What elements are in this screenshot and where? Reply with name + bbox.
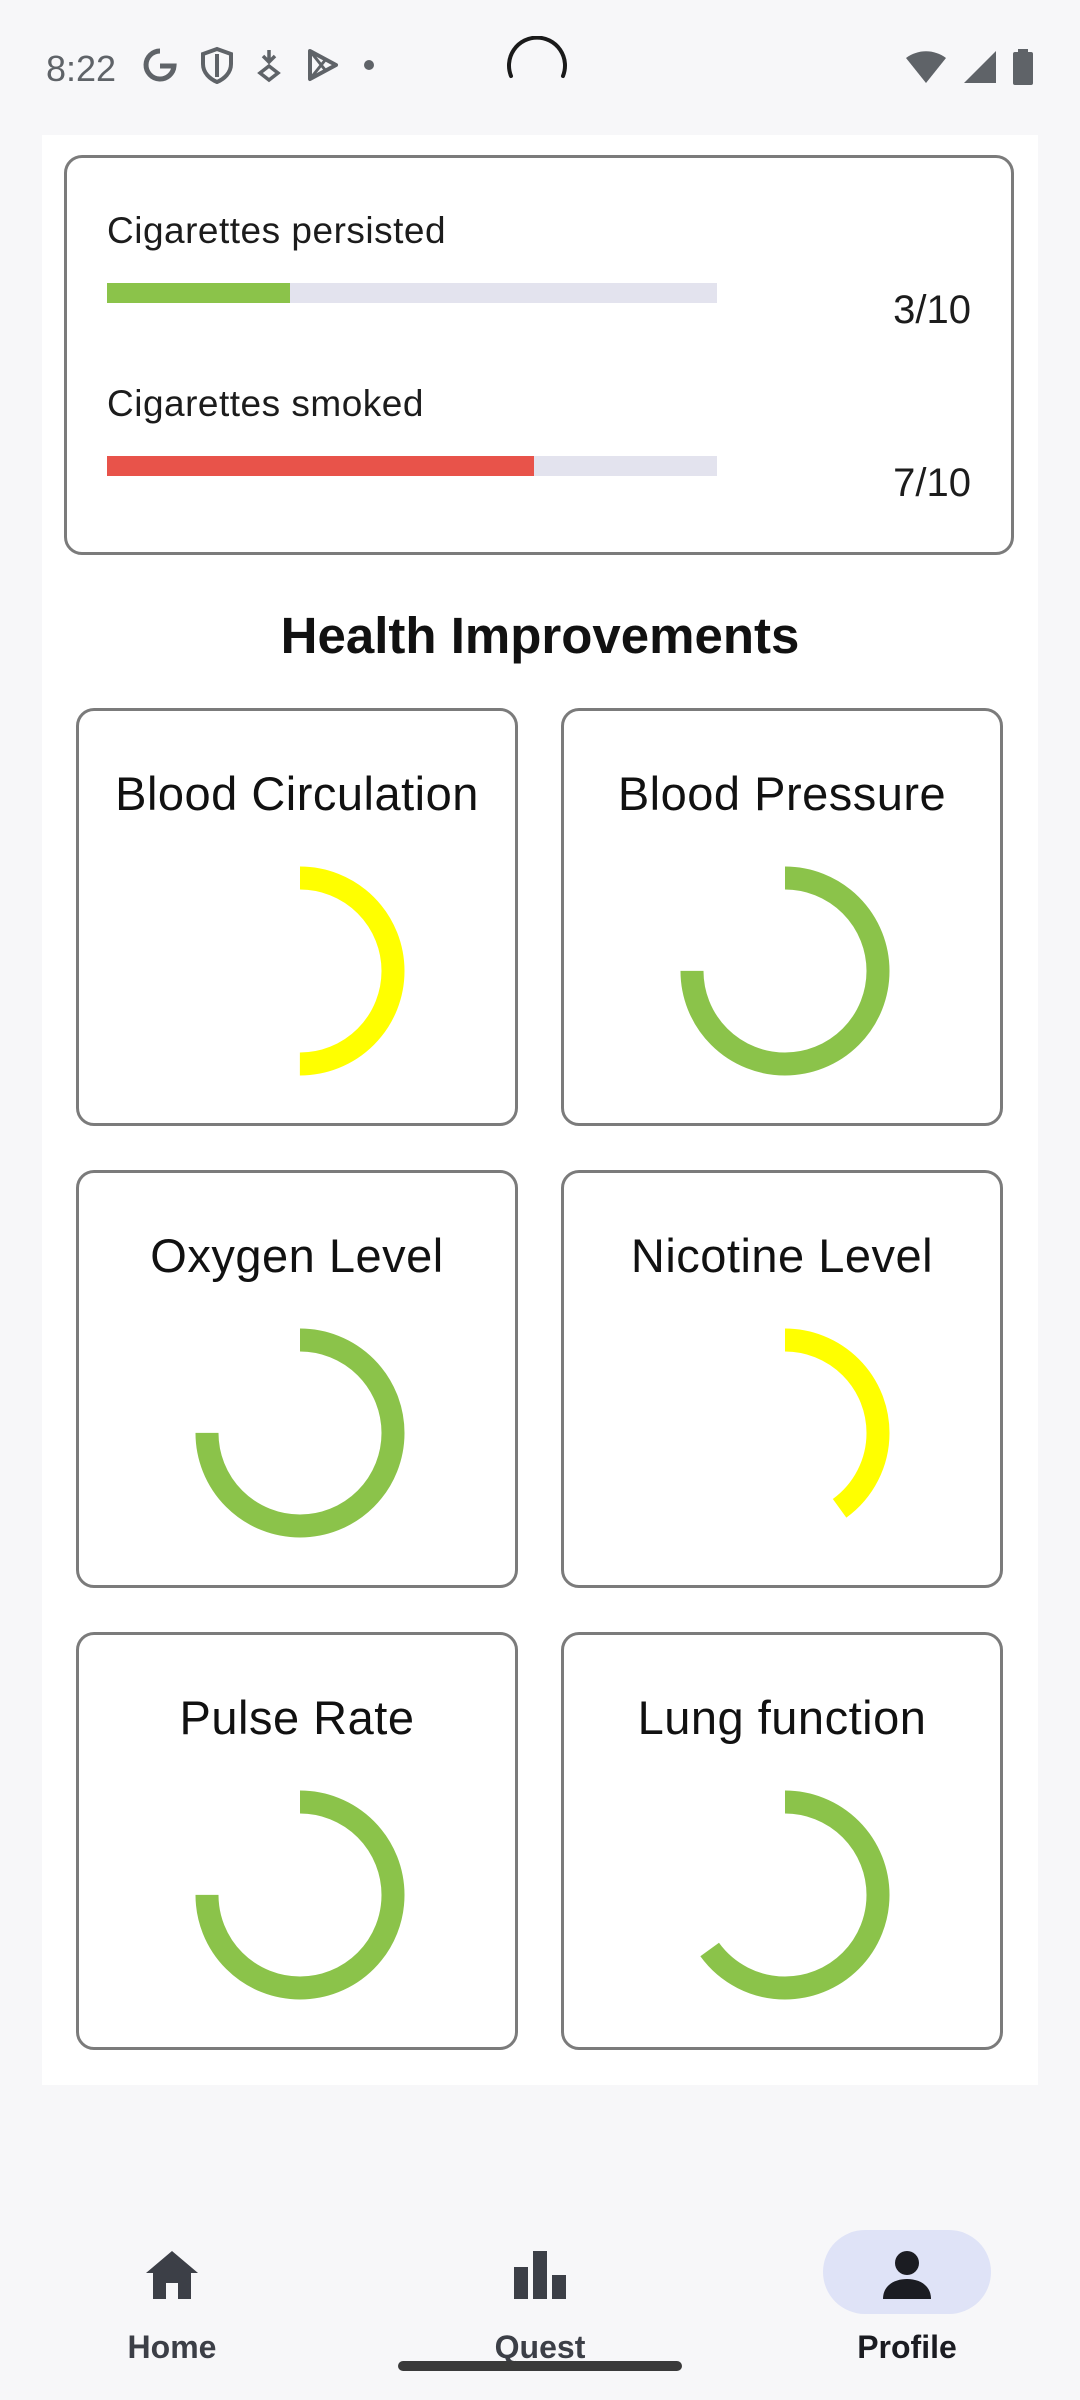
progress-fill-smoked <box>107 456 534 476</box>
progress-ring-arc <box>680 1328 890 1538</box>
stat-label-smoked: Cigarettes smoked <box>107 383 424 424</box>
home-icon <box>146 2251 198 2299</box>
progress-ring-arc <box>195 866 405 1076</box>
dot-icon <box>364 60 374 70</box>
metric-card-oxygen-level[interactable]: Oxygen Level <box>76 1170 518 1588</box>
person-icon <box>883 2251 931 2299</box>
progress-ring-arc <box>680 1790 890 2000</box>
google-icon <box>143 48 177 82</box>
progress-ring-arc <box>195 1790 405 2000</box>
play-store-icon <box>308 49 338 81</box>
bar-chart-icon <box>514 2251 566 2299</box>
wifi-icon <box>906 51 946 83</box>
metric-title: Pulse Rate <box>179 1691 415 1744</box>
progress-ring <box>195 1328 405 1538</box>
metric-card-blood-circulation[interactable]: Blood Circulation <box>76 708 518 1126</box>
signal-icon <box>964 51 996 83</box>
loading-spinner-icon <box>507 36 567 78</box>
metric-title: Blood Circulation <box>115 767 479 820</box>
progress-ring-arc <box>195 1328 405 1538</box>
metric-title: Oxygen Level <box>150 1229 444 1282</box>
nav-label-profile: Profile <box>857 2329 957 2365</box>
progress-fill-persisted <box>107 283 290 303</box>
metric-title: Lung function <box>637 1691 927 1744</box>
status-bar: 8:22 <box>0 0 1080 135</box>
progress-bar-smoked <box>107 456 717 476</box>
metric-card-pulse-rate[interactable]: Pulse Rate <box>76 1632 518 2050</box>
status-icons-left <box>142 46 376 84</box>
nav-label-home: Home <box>127 2329 217 2365</box>
download-alert-icon <box>257 50 281 83</box>
status-icons-right <box>904 48 1034 86</box>
metric-title: Nicotine Level <box>630 1229 934 1282</box>
metric-card-blood-pressure[interactable]: Blood Pressure <box>561 708 1003 1126</box>
progress-ring <box>680 1790 890 2000</box>
progress-bar-persisted <box>107 283 717 303</box>
stat-value-persisted: 3/10 <box>893 288 971 332</box>
metric-card-nicotine-level[interactable]: Nicotine Level <box>561 1170 1003 1588</box>
progress-ring <box>195 866 405 1076</box>
stat-label-persisted: Cigarettes persisted <box>107 210 447 251</box>
metric-card-lung-function[interactable]: Lung function <box>561 1632 1003 2050</box>
status-time: 8:22 <box>46 48 117 89</box>
smoking-stats-card: Cigarettes persisted 3/10 Cigarettes smo… <box>64 155 1014 555</box>
progress-ring <box>680 1328 890 1538</box>
home-indicator[interactable] <box>398 2361 682 2371</box>
metric-title: Blood Pressure <box>617 767 947 820</box>
bottom-navigation: Home Quest Profile <box>0 2085 1080 2400</box>
battery-icon <box>1013 49 1033 85</box>
stat-value-smoked: 7/10 <box>893 461 971 505</box>
section-title: Health Improvements <box>280 607 800 664</box>
shield-icon <box>201 46 233 84</box>
progress-ring-arc <box>680 866 890 1076</box>
progress-ring <box>680 866 890 1076</box>
progress-ring <box>195 1790 405 2000</box>
